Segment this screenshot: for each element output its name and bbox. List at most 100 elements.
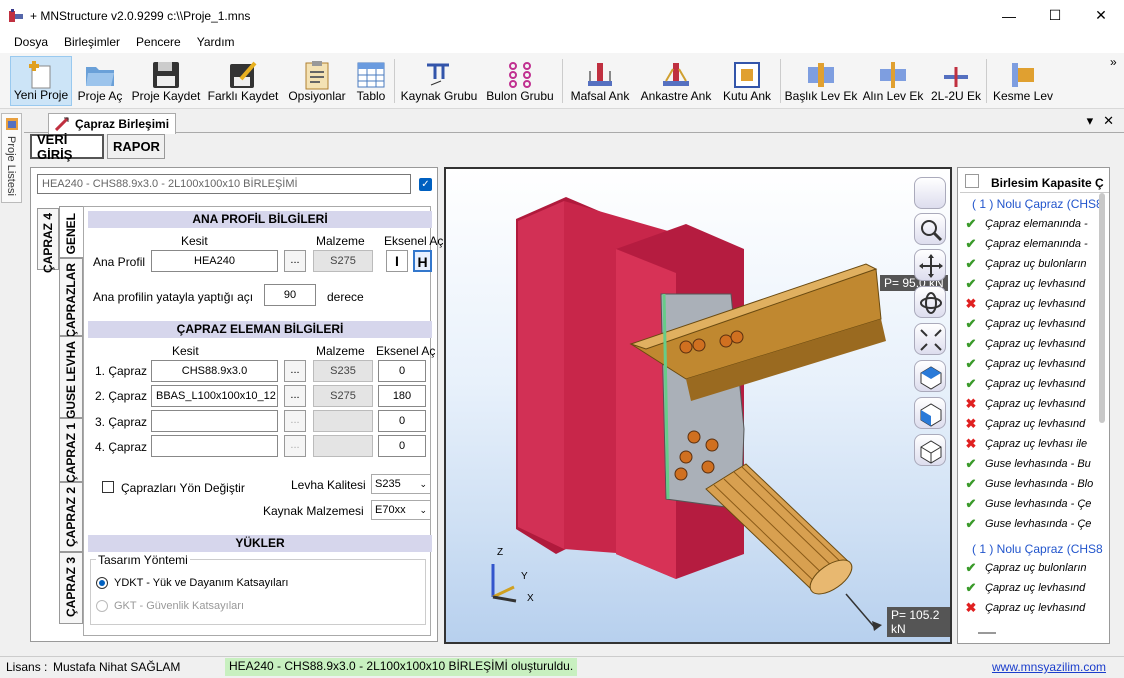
check-item[interactable]: ✔ Çapraz elemanında - [964,215,1088,233]
plate-quality-select[interactable]: S235 ⌄ [371,474,431,494]
brace4-section-field[interactable] [151,435,278,457]
check-item[interactable]: ✔ Çapraz uç levhasınd [964,375,1086,393]
brace4-browse-button[interactable]: ... [284,435,306,457]
title-checkbox[interactable]: ✓ [419,178,432,191]
brace3-section-field[interactable] [151,410,278,432]
vtab-capraz2[interactable]: ÇAPRAZ 2 [59,482,83,552]
check-item[interactable]: ✖ Çapraz uç levhasınd [964,599,1086,617]
i-section-icon[interactable]: I [386,250,408,272]
check-item[interactable]: ✔ Çapraz uç levhasınd [964,335,1086,353]
view-iso-icon[interactable] [914,434,946,466]
vtab-caprazlar[interactable]: ÇAPRAZLAR [59,258,83,338]
design-method-title: Tasarım Yöntemi [96,553,190,567]
vtab-guse-levha[interactable]: GUSE LEVHA [59,336,83,419]
check-item[interactable]: ✔ Çapraz uç levhasınd [964,315,1086,333]
main-profile-section-field[interactable]: HEA240 [151,250,278,272]
check-item[interactable]: ✖ Çapraz uç levhasınd [964,295,1086,313]
view-side-icon[interactable] [914,397,946,429]
end-plate-splice-button[interactable]: Alın Lev Ek [862,56,924,106]
vtab-capraz1[interactable]: ÇAPRAZ 1 [59,418,83,483]
menu-dosya[interactable]: Dosya [6,33,56,51]
weld-group-button[interactable]: Kaynak Grubu [400,56,478,106]
table-button[interactable]: Tablo [352,56,390,106]
brace2-browse-button[interactable]: ... [284,385,306,407]
h-section-icon[interactable]: H [413,250,432,272]
tab-dropdown-button[interactable]: ▾ [1087,113,1094,129]
check-item[interactable]: ✔ Guse levhasında - Çe [964,495,1092,513]
license-name: Mustafa Nihat SAĞLAM [53,660,181,674]
website-link[interactable]: www.mnsyazilim.com [992,660,1106,674]
brace-group-2[interactable]: ( 1 ) Nolu Çapraz (CHS8 [972,542,1103,556]
box-anchor-button[interactable]: Kutu Ank [720,56,774,106]
load-label-2: P= 105.2 kN [887,607,950,637]
bolt-group-button[interactable]: Bulon Grubu [484,56,556,106]
check-item[interactable]: ✔ Çapraz uç levhasınd [964,275,1086,293]
check-item[interactable]: ✔ Guse levhasında - Çe [964,515,1092,533]
weld-material-select[interactable]: E70xx ⌄ [371,500,431,520]
ydkt-radio[interactable] [96,577,108,589]
check-item[interactable]: ✔ Çapraz uç bulonların [964,255,1087,273]
check-item[interactable]: ✔ Guse levhasında - Blo [964,475,1094,493]
angle-field[interactable]: 90 [264,284,316,306]
check-item[interactable]: ✔ Çapraz uç bulonların [964,559,1087,577]
check-item[interactable]: ✔ Çapraz uç levhasınd [964,355,1086,373]
save-as-button[interactable]: Farklı Kaydet [208,56,278,106]
zoom-icon[interactable] [914,213,946,245]
tab-veri-giris[interactable]: VERİ GİRİŞ [30,132,104,162]
new-project-button[interactable]: Yeni Proje [10,56,72,106]
horizontal-scroll-indicator[interactable] [978,632,996,634]
brace2-section-field[interactable]: BBAS_L100x100x10_12 [151,385,278,407]
minimize-button[interactable]: — [986,0,1032,31]
check-item[interactable]: ✖ Çapraz uç levhasınd [964,395,1086,413]
check-item[interactable]: ✖ Çapraz uç levhası ile [964,435,1088,453]
tab-rapor[interactable]: RAPOR [107,134,165,159]
menu-yardim[interactable]: Yardım [189,33,243,51]
vtab-genel[interactable]: GENEL [59,206,83,258]
axis-triad [491,564,517,603]
save-project-button[interactable]: Proje Kaydet [132,56,200,106]
close-button[interactable]: ✕ [1078,0,1124,31]
main-profile-browse-button[interactable]: ... [284,250,306,272]
options-button[interactable]: Opsiyonlar [286,56,348,106]
vtab-capraz3[interactable]: ÇAPRAZ 3 [59,552,83,624]
check-item[interactable]: ✔ Guse levhasında - Bu [964,455,1091,473]
tab-close-button[interactable]: ✕ [1103,113,1114,129]
view-top-icon[interactable] [914,360,946,392]
shear-plate-button[interactable]: Kesme Lev [992,56,1054,106]
brace4-angle-field[interactable]: 0 [378,435,426,457]
brace4-label: 4. Çapraz [95,440,148,454]
brace1-browse-button[interactable]: ... [284,360,306,382]
3d-viewport[interactable]: Z Y X P= 95.0 kN P= 105.2 kN [444,167,952,644]
fixed-anchor-button[interactable]: Ankastre Ank [638,56,714,106]
header-plate-splice-button[interactable]: Başlık Lev Ek [785,56,857,106]
pinned-anchor-icon [588,63,612,86]
pan-icon[interactable] [914,249,946,281]
menu-pencere[interactable]: Pencere [128,33,189,51]
check-item[interactable]: ✔ Çapraz uç levhasınd [964,579,1086,597]
brace1-angle-field[interactable]: 0 [378,360,426,382]
vtab-capraz4[interactable]: ÇAPRAZ 4 [37,208,59,273]
pinned-anchor-button[interactable]: Mafsal Ank [568,56,632,106]
connection-title-field[interactable]: HEA240 - CHS88.9x3.0 - 2L100x100x10 BİRL… [37,174,411,194]
reverse-braces-checkbox[interactable] [102,481,114,493]
open-project-button[interactable]: Proje Aç [76,56,124,106]
fit-view-icon[interactable] [914,323,946,355]
brace3-browse-button[interactable]: ... [284,410,306,432]
angle-splice-button[interactable]: 2L-2U Ek [930,56,982,106]
toolbar-overflow-button[interactable]: » [1110,55,1117,69]
brace2-angle-field[interactable]: 180 [378,385,426,407]
scrollbar-thumb[interactable] [1099,193,1105,423]
brace1-section-field[interactable]: CHS88.9x3.0 [151,360,278,382]
project-list-tab[interactable]: Proje Listesi [1,113,22,203]
maximize-button[interactable]: ☐ [1032,0,1078,31]
rotate-icon[interactable] [914,286,946,318]
brace3-angle-field[interactable]: 0 [378,410,426,432]
gkt-radio[interactable] [96,600,108,612]
gkt-label: GKT - Güvenlik Katsayıları [114,600,245,612]
brace-group-1[interactable]: ( 1 ) Nolu Çapraz (CHS8 [972,197,1103,211]
zoom-window-icon[interactable] [914,177,946,209]
check-icon: ✔ [965,560,977,575]
check-item[interactable]: ✔ Çapraz elemanında - [964,235,1088,253]
menu-birlesimler[interactable]: Birleşimler [56,33,128,51]
check-item[interactable]: ✖ Çapraz uç levhasınd [964,415,1086,433]
